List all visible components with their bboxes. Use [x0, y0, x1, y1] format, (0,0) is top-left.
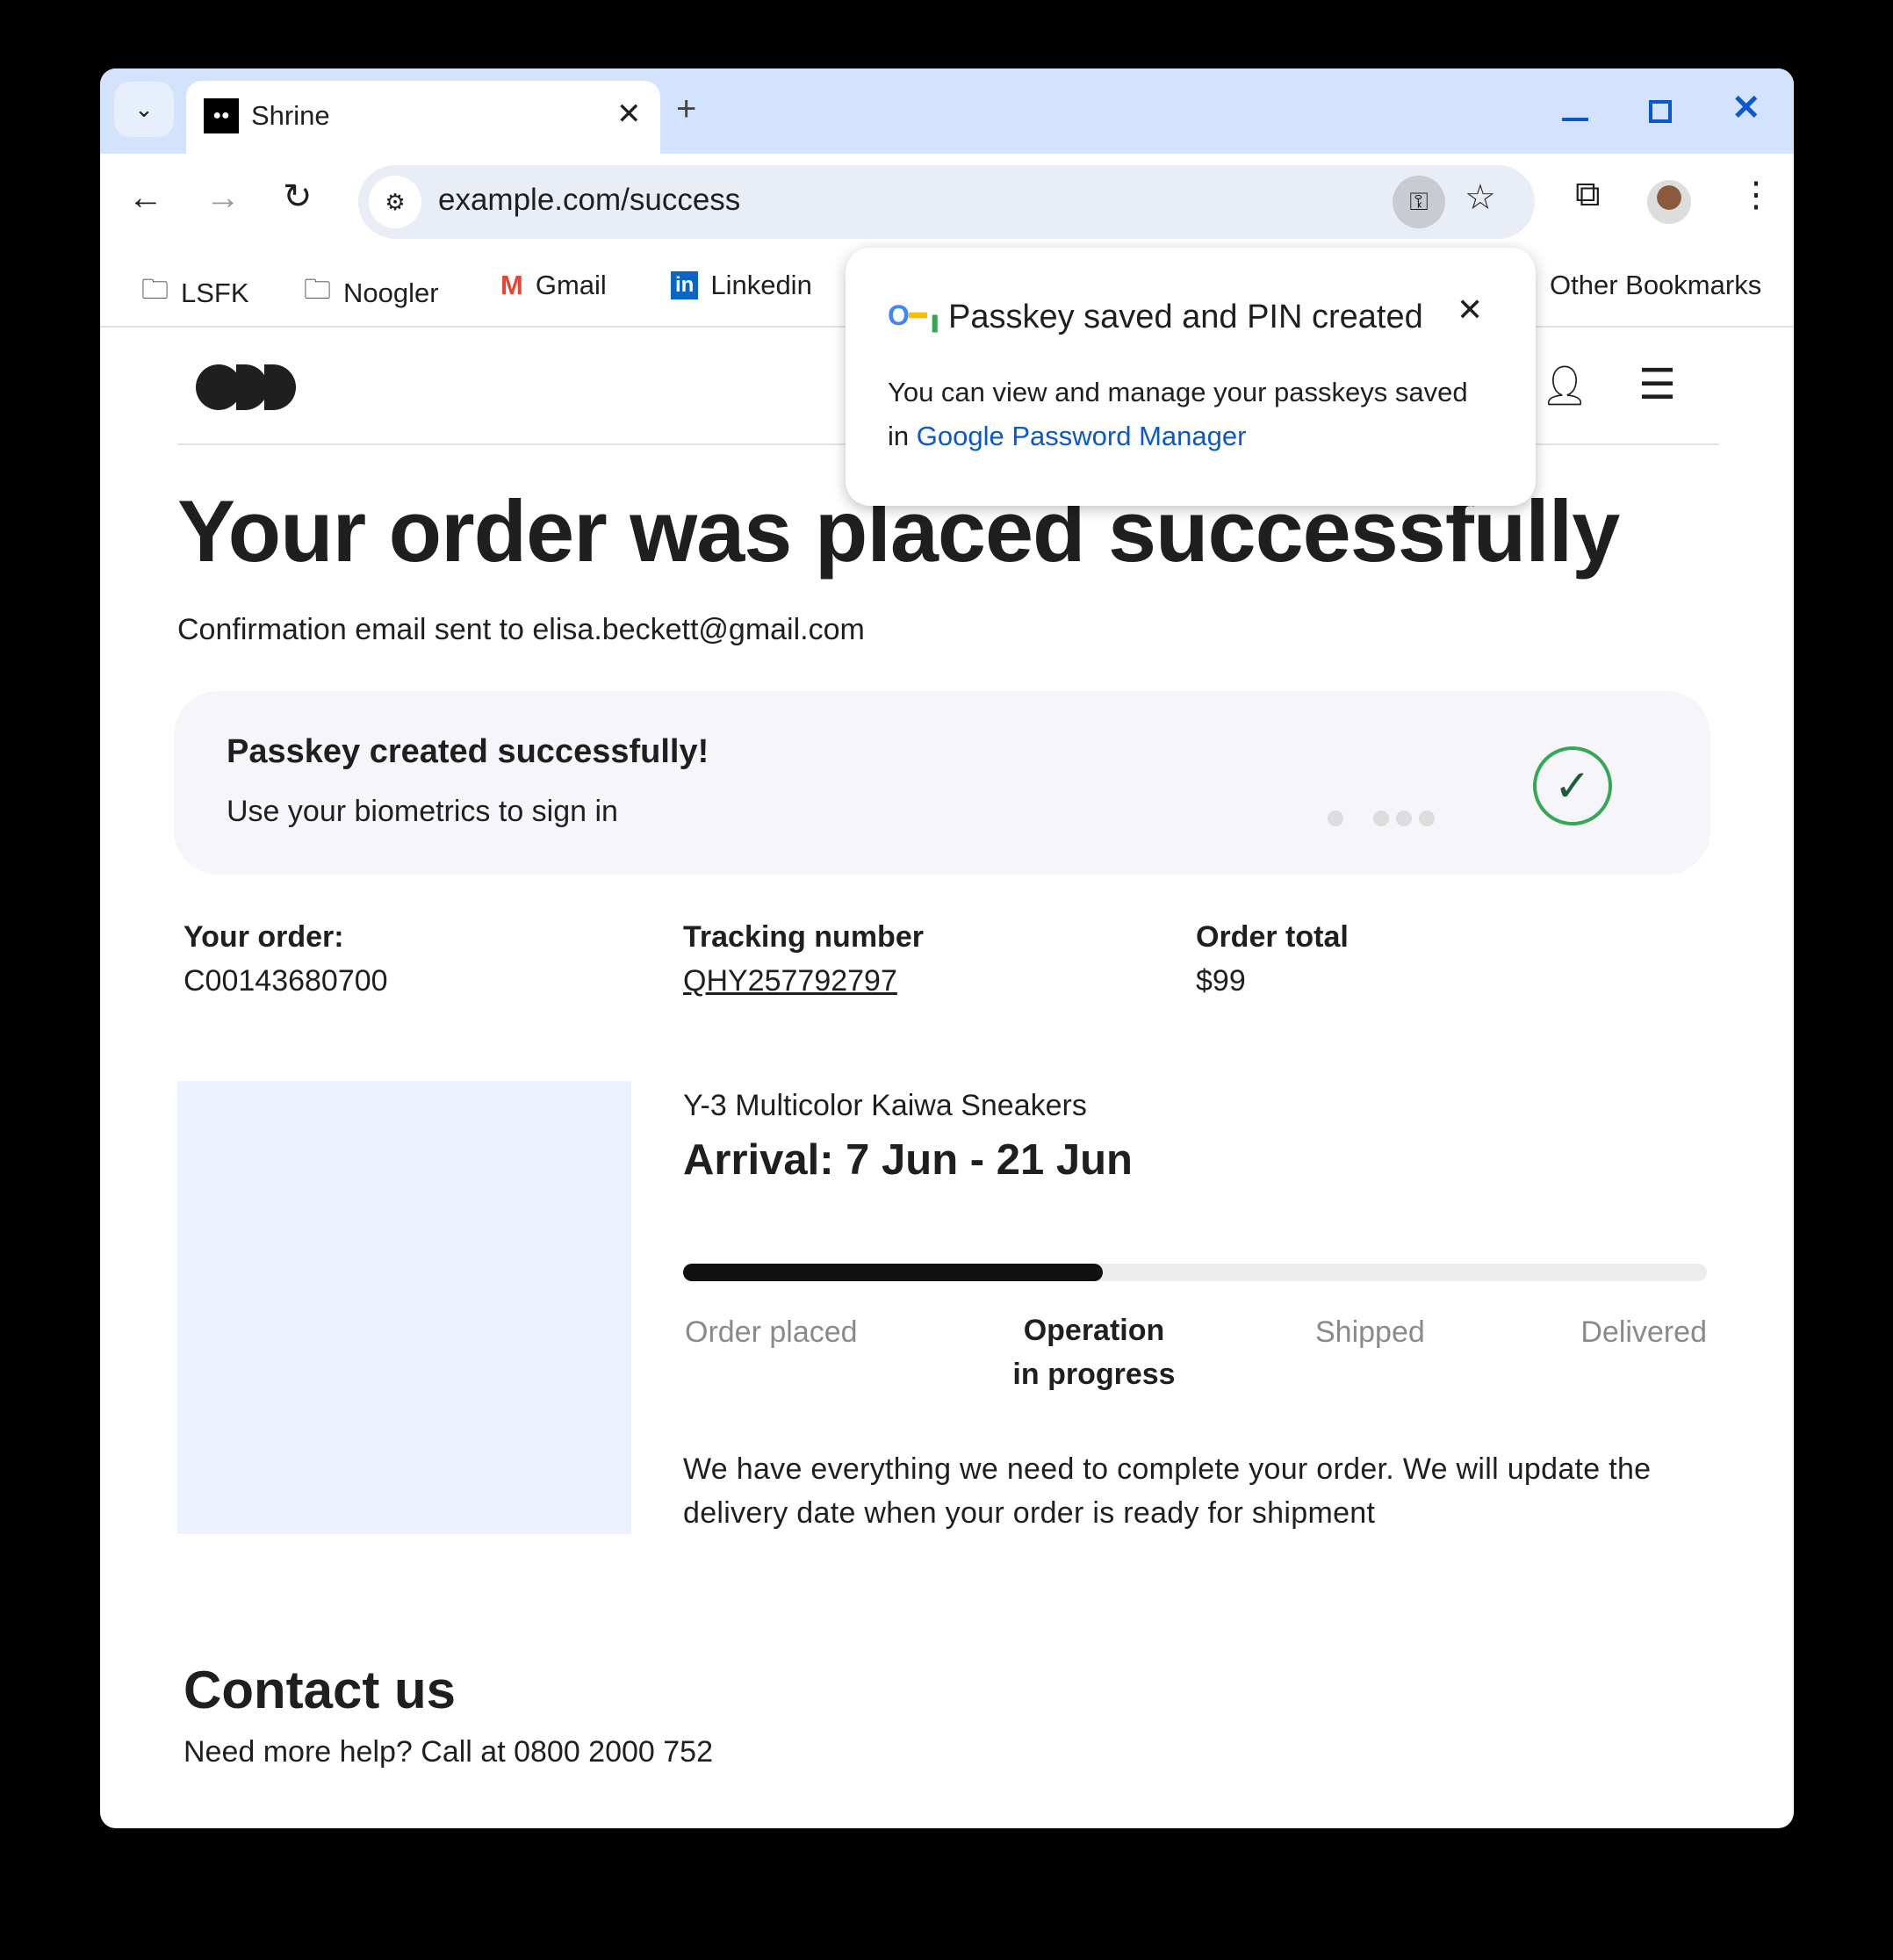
product-image-placeholder: [177, 1081, 631, 1534]
forward-icon[interactable]: →: [205, 178, 241, 218]
other-bookmarks[interactable]: Other Bookmarks: [1550, 270, 1761, 301]
passkey-saved-popup: O━╻ Passkey saved and PIN created ✕ You …: [846, 248, 1536, 506]
step-shipped: Shipped: [1315, 1315, 1425, 1349]
close-window-icon[interactable]: ✕: [1731, 88, 1761, 128]
contact-text: Need more help? Call at 0800 2000 752: [184, 1735, 713, 1769]
account-icon[interactable]: 👤︎: [1540, 363, 1589, 408]
back-icon[interactable]: ←: [128, 178, 163, 218]
passkey-card-title: Passkey created successfully!: [227, 733, 709, 770]
passkey-key-icon: O━╻: [888, 299, 944, 331]
order-total: $99: [1196, 964, 1246, 998]
password-key-icon[interactable]: ⚿: [1393, 176, 1445, 228]
password-manager-link[interactable]: Google Password Manager: [917, 421, 1247, 451]
popup-body-text: You can view and manage your passkeys sa…: [888, 377, 1468, 407]
address-bar[interactable]: ⚙ example.com/success ⚿ ☆: [358, 165, 1535, 239]
order-progress-bar: [683, 1264, 1707, 1281]
bookmark-linkedin[interactable]: in Linkedin: [671, 270, 812, 301]
bookmark-star-icon[interactable]: ☆: [1465, 177, 1496, 218]
progress-fill: [683, 1264, 1104, 1281]
hamburger-menu-icon[interactable]: ☰: [1638, 360, 1676, 409]
tracking-label: Tracking number: [683, 920, 924, 954]
restore-icon[interactable]: [1649, 100, 1672, 123]
new-tab-icon[interactable]: +: [676, 90, 696, 129]
product-name: Y-3 Multicolor Kaiwa Sneakers: [683, 1089, 1087, 1122]
menu-kebab-icon[interactable]: ⋮: [1738, 175, 1774, 215]
order-number: C00143680700: [184, 964, 388, 998]
bookmark-noogler[interactable]: 🗀 Noogler: [304, 270, 439, 316]
shrine-favicon: ●●: [204, 98, 239, 133]
site-logo[interactable]: [196, 364, 296, 410]
order-label: Your order:: [184, 920, 344, 954]
popup-body-prefix: in: [888, 421, 910, 451]
tab-title: Shrine: [251, 100, 330, 131]
total-label: Order total: [1196, 920, 1349, 954]
popup-title: Passkey saved and PIN created: [948, 299, 1423, 335]
passkey-success-card: Passkey created successfully! Use your b…: [174, 691, 1710, 875]
reload-icon[interactable]: ↻: [283, 177, 313, 217]
minimize-icon[interactable]: [1562, 118, 1588, 121]
profile-avatar[interactable]: [1647, 180, 1691, 224]
arrival-date: Arrival: 7 Jun - 21 Jun: [683, 1136, 1133, 1184]
step-delivered: Delivered: [1580, 1315, 1707, 1349]
bookmark-lsfk[interactable]: 🗀 LSFK: [141, 270, 249, 316]
linkedin-icon: in: [671, 271, 699, 299]
confirmation-text: Confirmation email sent to elisa.beckett…: [177, 613, 865, 646]
folder-icon: 🗀: [304, 274, 331, 305]
tab-search-button[interactable]: ⌄: [114, 82, 174, 137]
folder-icon: 🗀: [141, 274, 169, 305]
check-circle-icon: ✓: [1533, 746, 1612, 825]
tab-close-icon[interactable]: ✕: [616, 97, 642, 132]
tab-shrine[interactable]: ●● Shrine ✕: [186, 81, 660, 160]
browser-window: ⌄ ●● Shrine ✕ + ✕ ← → ↻ ⚙ example.com/su…: [100, 68, 1794, 1828]
order-status-description: We have everything we need to complete y…: [683, 1452, 1652, 1530]
extensions-icon[interactable]: ⧉: [1575, 175, 1601, 214]
step-order-placed: Order placed: [685, 1315, 858, 1349]
bookmark-gmail[interactable]: M Gmail: [500, 270, 607, 301]
toolbar: ← → ↻ ⚙ example.com/success ⚿ ☆ ⧉ ⋮: [100, 154, 1794, 250]
popup-body: You can view and manage your passkeys sa…: [888, 371, 1468, 458]
site-settings-icon[interactable]: ⚙: [369, 176, 421, 228]
step-operation-in-progress: Operation in progress: [1012, 1314, 1176, 1391]
tab-bar: ⌄ ●● Shrine ✕ + ✕: [100, 68, 1794, 160]
dots-decoration: [1328, 811, 1435, 826]
url-text[interactable]: example.com/success: [438, 183, 740, 218]
gmail-icon: M: [500, 270, 523, 300]
tracking-number-link[interactable]: QHY257792797: [683, 964, 897, 998]
passkey-card-subtitle: Use your biometrics to sign in: [227, 795, 618, 828]
contact-title: Contact us: [184, 1661, 457, 1719]
popup-close-icon[interactable]: ✕: [1457, 292, 1483, 328]
